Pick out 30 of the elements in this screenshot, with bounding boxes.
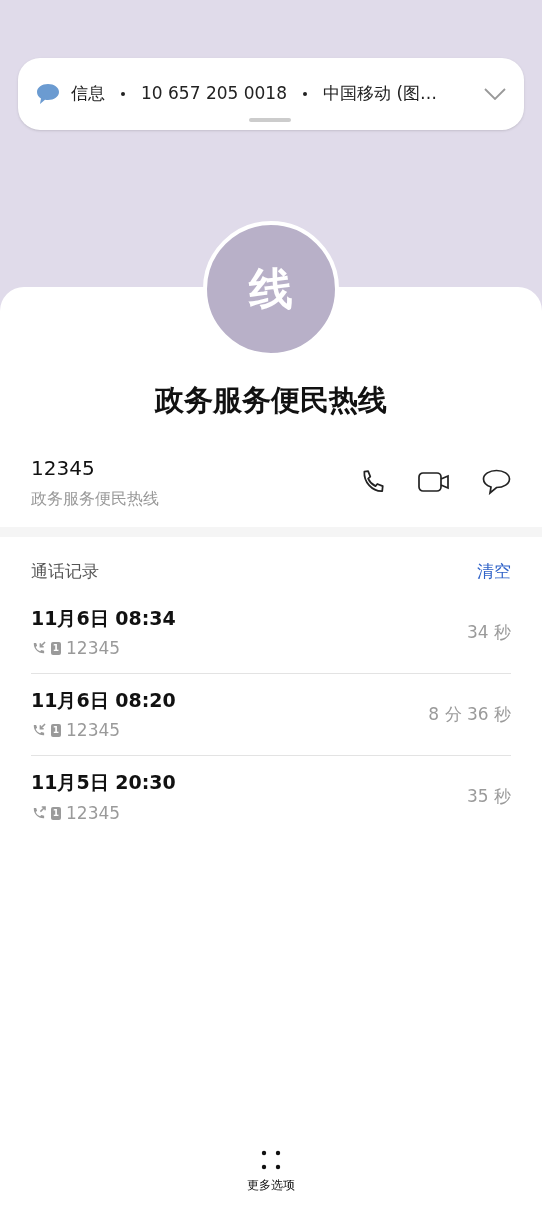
video-camera-icon[interactable]	[418, 470, 450, 493]
sim-badge: 1	[51, 724, 61, 738]
call-duration: 34 秒	[466, 620, 511, 644]
phone-number: 12345	[31, 454, 96, 482]
sim-badge: 1	[51, 642, 61, 656]
call-number: 12345	[66, 637, 121, 660]
call-number: 12345	[66, 719, 121, 742]
sim-badge: 1	[51, 806, 61, 820]
notification-banner[interactable]: 信息 10 657 205 0018 中国移动 (图…	[18, 58, 524, 130]
call-time: 11月6日 08:34	[31, 605, 176, 631]
chevron-down-icon[interactable]	[484, 88, 506, 100]
contact-name: 政务服务便民热线	[153, 382, 388, 419]
call-duration: 35 秒	[466, 785, 511, 809]
call-duration: 8 分 36 秒	[428, 702, 511, 726]
more-options-button[interactable]: 更多选项	[247, 1150, 295, 1194]
more-dots-icon	[261, 1150, 281, 1170]
outgoing-call-icon	[31, 805, 46, 821]
number-label: 政务服务便民热线	[31, 487, 159, 510]
call-number: 12345	[66, 801, 121, 825]
chat-bubble-icon[interactable]	[482, 468, 511, 495]
clear-link[interactable]: 清空	[477, 558, 511, 584]
sender-number: 10 657 205 0018	[141, 82, 287, 106]
message-preview: 中国移动 (图…	[323, 82, 438, 106]
message-bubble-icon	[36, 83, 60, 105]
phone-icon[interactable]	[360, 468, 386, 495]
section-title: 通话记录	[31, 559, 99, 583]
drag-handle[interactable]	[249, 118, 291, 122]
app-name: 信息	[71, 82, 105, 106]
call-time: 11月6日 08:20	[31, 687, 176, 713]
call-time: 11月5日 20:30	[31, 770, 176, 795]
